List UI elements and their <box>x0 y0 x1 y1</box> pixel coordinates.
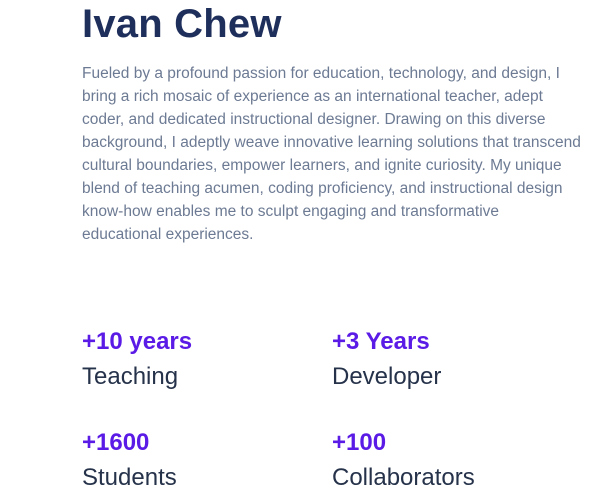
stat-value: +3 Years <box>332 328 430 355</box>
stat-value: +10 years <box>82 328 193 355</box>
stat-collaborators: +100 Collaborators <box>332 429 572 493</box>
stat-value: +100 <box>332 429 387 456</box>
profile-name: Ivan Chew <box>82 2 282 46</box>
stat-label: Developer <box>332 363 442 390</box>
stat-label: Teaching <box>82 363 179 390</box>
stats-section: +10 years Teaching +3 Years Developer +1… <box>82 324 582 500</box>
profile-bio: Fueled by a profound passion for educati… <box>82 65 581 243</box>
stat-teaching: +10 years Teaching <box>82 328 322 392</box>
stat-label: Collaborators <box>332 464 475 491</box>
stat-label: Students <box>82 464 177 491</box>
stat-students: +1600 Students <box>82 429 322 493</box>
stat-developer: +3 Years Developer <box>332 328 572 392</box>
stat-value: +1600 <box>82 429 150 456</box>
